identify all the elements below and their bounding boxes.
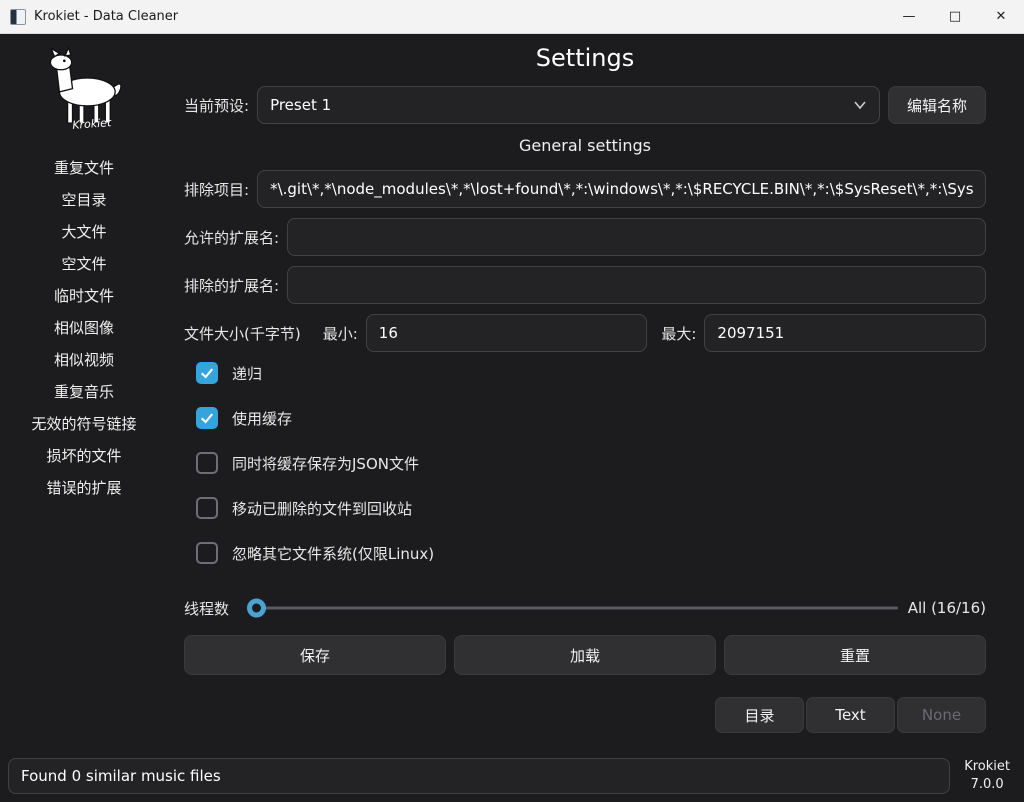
sidebar-item-empty-files[interactable]: 空文件 <box>0 247 168 279</box>
selection-mode-group: 目录 Text None <box>184 697 986 733</box>
file-size-row: 文件大小(千字节) 最小: 最大: <box>184 314 986 352</box>
threads-label: 线程数 <box>184 598 229 619</box>
excluded-items-input[interactable] <box>257 170 986 208</box>
max-size-input[interactable] <box>704 314 986 352</box>
logo-text: Krokiet <box>71 116 111 132</box>
excluded-extensions-input[interactable] <box>287 266 986 304</box>
sidebar-item-empty-dirs[interactable]: 空目录 <box>0 183 168 215</box>
ignore-other-fs-checkbox[interactable] <box>196 542 218 564</box>
use-cache-label: 使用缓存 <box>232 408 292 429</box>
excluded-items-label: 排除项目: <box>184 179 249 200</box>
sidebar: Krokiet 重复文件 空目录 大文件 空文件 临时文件 相似图像 相似视频 … <box>0 34 168 750</box>
move-to-trash-label: 移动已删除的文件到回收站 <box>232 498 412 519</box>
app-version-block: Krokiet 7.0.0 <box>958 758 1016 793</box>
move-to-trash-checkbox[interactable] <box>196 497 218 519</box>
save-button[interactable]: 保存 <box>184 635 446 675</box>
threads-slider[interactable] <box>247 598 898 618</box>
logo: Krokiet <box>34 46 134 141</box>
app-icon <box>10 9 26 25</box>
excluded-items-row: 排除项目: <box>184 170 986 208</box>
json-cache-checkbox[interactable] <box>196 452 218 474</box>
sidebar-item-duplicate-files[interactable]: 重复文件 <box>0 151 168 183</box>
preset-row: 当前预设: Preset 1 编辑名称 <box>184 86 986 124</box>
titlebar: Krokiet - Data Cleaner — □ ✕ <box>0 0 1024 34</box>
window-controls: — □ ✕ <box>886 0 1024 33</box>
json-cache-label: 同时将缓存保存为JSON文件 <box>232 453 419 474</box>
ignore-other-fs-row: 忽略其它文件系统(仅限Linux) <box>196 542 986 564</box>
text-button[interactable]: Text <box>806 697 895 733</box>
none-button: None <box>897 697 986 733</box>
max-label: 最大: <box>661 323 696 344</box>
min-size-input[interactable] <box>366 314 648 352</box>
min-label: 最小: <box>323 323 358 344</box>
status-bar: Krokiet 7.0.0 <box>0 750 1024 802</box>
recursive-checkbox[interactable] <box>196 362 218 384</box>
file-size-label: 文件大小(千字节) <box>184 323 301 344</box>
slider-handle[interactable] <box>247 599 266 618</box>
llama-logo-icon <box>34 46 134 128</box>
main-area: Krokiet 重复文件 空目录 大文件 空文件 临时文件 相似图像 相似视频 … <box>0 34 1024 750</box>
ignore-other-fs-label: 忽略其它文件系统(仅限Linux) <box>232 543 434 564</box>
check-icon <box>199 365 215 381</box>
check-icon <box>199 410 215 426</box>
recursive-label: 递归 <box>232 363 262 384</box>
sidebar-item-music-duplicates[interactable]: 重复音乐 <box>0 375 168 407</box>
sidebar-menu: 重复文件 空目录 大文件 空文件 临时文件 相似图像 相似视频 重复音乐 无效的… <box>0 151 168 503</box>
reset-button[interactable]: 重置 <box>724 635 986 675</box>
preset-select[interactable]: Preset 1 <box>257 86 880 124</box>
excluded-extensions-row: 排除的扩展名: <box>184 266 986 304</box>
use-cache-row: 使用缓存 <box>196 407 986 429</box>
close-button[interactable]: ✕ <box>978 0 1024 33</box>
sidebar-item-broken-files[interactable]: 损坏的文件 <box>0 439 168 471</box>
sidebar-item-similar-images[interactable]: 相似图像 <box>0 311 168 343</box>
window-title: Krokiet - Data Cleaner <box>34 9 178 24</box>
app-name: Krokiet <box>964 758 1010 776</box>
excluded-extensions-label: 排除的扩展名: <box>184 275 279 296</box>
directories-button[interactable]: 目录 <box>715 697 804 733</box>
json-cache-row: 同时将缓存保存为JSON文件 <box>196 452 986 474</box>
load-button[interactable]: 加载 <box>454 635 716 675</box>
edit-name-button[interactable]: 编辑名称 <box>888 86 986 124</box>
sidebar-item-temp-files[interactable]: 临时文件 <box>0 279 168 311</box>
sidebar-item-similar-videos[interactable]: 相似视频 <box>0 343 168 375</box>
action-buttons: 保存 加载 重置 <box>184 635 986 675</box>
allowed-extensions-label: 允许的扩展名: <box>184 227 279 248</box>
threads-value: All (16/16) <box>908 599 986 617</box>
use-cache-checkbox[interactable] <box>196 407 218 429</box>
slider-track[interactable] <box>247 607 898 610</box>
minimize-button[interactable]: — <box>886 0 932 33</box>
preset-label: 当前预设: <box>184 95 249 116</box>
status-message-input[interactable] <box>8 758 950 794</box>
maximize-button[interactable]: □ <box>932 0 978 33</box>
general-settings-title: General settings <box>184 136 986 158</box>
app-version: 7.0.0 <box>964 776 1010 794</box>
chevron-down-icon <box>853 100 867 110</box>
sidebar-item-bad-extensions[interactable]: 错误的扩展 <box>0 471 168 503</box>
allowed-extensions-row: 允许的扩展名: <box>184 218 986 256</box>
page-title: Settings <box>184 44 986 74</box>
sidebar-item-invalid-symlinks[interactable]: 无效的符号链接 <box>0 407 168 439</box>
threads-row: 线程数 All (16/16) <box>184 597 986 619</box>
allowed-extensions-input[interactable] <box>287 218 986 256</box>
settings-panel: Settings 当前预设: Preset 1 编辑名称 General set… <box>168 34 1024 750</box>
sidebar-item-big-files[interactable]: 大文件 <box>0 215 168 247</box>
move-to-trash-row: 移动已删除的文件到回收站 <box>196 497 986 519</box>
recursive-row: 递归 <box>196 362 986 384</box>
preset-select-value: Preset 1 <box>270 96 853 114</box>
